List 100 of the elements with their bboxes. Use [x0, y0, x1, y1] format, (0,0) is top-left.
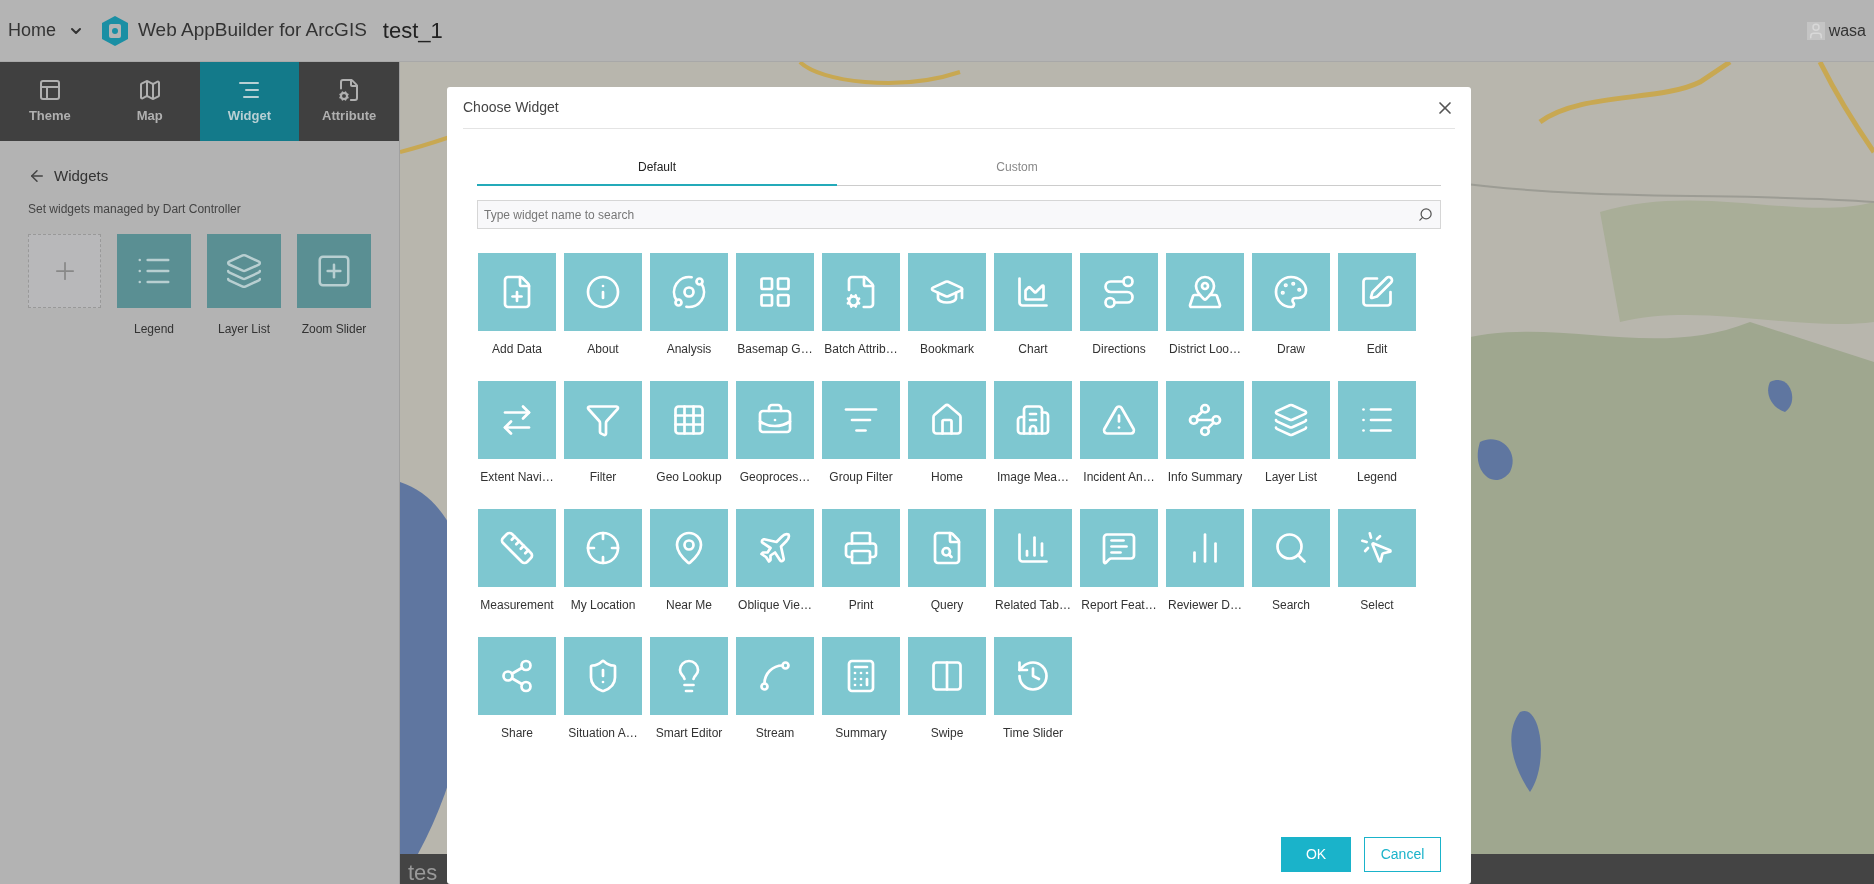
widget-tile[interactable] — [564, 637, 642, 715]
widget-label: About — [587, 341, 619, 357]
avatar-icon — [1806, 21, 1825, 40]
widget-tile[interactable] — [994, 509, 1072, 587]
bar-chart-icon — [1015, 530, 1051, 566]
waypoints-icon — [1187, 402, 1223, 438]
widget-tile[interactable] — [994, 637, 1072, 715]
widget-tile[interactable] — [478, 637, 556, 715]
widget-tile[interactable] — [1338, 381, 1416, 459]
building-icon — [1015, 402, 1051, 438]
pointer-icon — [1359, 530, 1395, 566]
widget-tile[interactable] — [1252, 381, 1330, 459]
widget-tile[interactable] — [1166, 253, 1244, 331]
search-icon[interactable] — [1418, 207, 1433, 222]
widget-tile[interactable] — [1166, 509, 1244, 587]
widget-tile[interactable] — [736, 509, 814, 587]
columns-icon — [929, 658, 965, 694]
widget-label: Stream — [755, 725, 795, 741]
widget-tile[interactable] — [736, 381, 814, 459]
widget-tile[interactable] — [650, 381, 728, 459]
widget-label: Reviewer D… — [1168, 597, 1242, 613]
widget-tile[interactable] — [564, 509, 642, 587]
widget-tile[interactable] — [1080, 253, 1158, 331]
widget-label: Basemap G… — [737, 341, 813, 357]
widget-tile[interactable] — [908, 253, 986, 331]
ok-button[interactable]: OK — [1281, 837, 1351, 872]
widget-tile[interactable] — [117, 233, 191, 308]
widget-label: Draw — [1277, 341, 1305, 357]
widget-label: Legend — [133, 320, 174, 338]
widget-tile[interactable] — [207, 233, 281, 308]
widget-label: Near Me — [666, 597, 712, 613]
widget-label: Edit — [1366, 341, 1388, 357]
map-pin-icon — [1187, 274, 1223, 310]
widget-tile[interactable] — [650, 253, 728, 331]
panel-title: Widgets — [54, 166, 109, 186]
home-menu[interactable]: Home — [8, 17, 84, 44]
widget-tile[interactable] — [908, 637, 986, 715]
logo-icon — [100, 14, 130, 47]
plane-icon — [757, 530, 793, 566]
widget-tile[interactable] — [1080, 381, 1158, 459]
sidebar-tab[interactable]: Widget — [199, 62, 300, 141]
area-chart-icon — [1015, 274, 1051, 310]
ruler-icon — [499, 530, 535, 566]
widget-tile[interactable] — [822, 253, 900, 331]
user-name[interactable]: wasa — [1828, 18, 1866, 43]
widget-tile[interactable] — [822, 381, 900, 459]
widget-tile[interactable] — [1166, 381, 1244, 459]
widget-tile[interactable] — [994, 253, 1072, 331]
widget-label: Query — [930, 597, 964, 613]
crosshair-icon — [585, 530, 621, 566]
widget-tile[interactable] — [650, 509, 728, 587]
dialog-title: Choose Widget — [463, 98, 559, 117]
grid-icon — [757, 274, 793, 310]
widget-tile[interactable] — [297, 233, 371, 308]
widget-tile[interactable] — [478, 253, 556, 331]
widget-tile[interactable] — [1338, 509, 1416, 587]
widget-tile[interactable] — [994, 381, 1072, 459]
cancel-button[interactable]: Cancel — [1364, 837, 1441, 872]
widget-tile[interactable] — [822, 637, 900, 715]
widget-tile[interactable] — [736, 253, 814, 331]
widget-label: Info Summary — [1167, 469, 1243, 485]
add-widget-button[interactable] — [28, 233, 101, 308]
widget-label: Time Slider — [1002, 725, 1064, 741]
widget-tile[interactable] — [564, 253, 642, 331]
widget-label: Related Tab… — [995, 597, 1071, 613]
widget-tile[interactable] — [908, 381, 986, 459]
dialog-tab[interactable]: Custom — [837, 149, 1197, 186]
widget-tile[interactable] — [1252, 509, 1330, 587]
widget-tile[interactable] — [822, 509, 900, 587]
widget-tile[interactable] — [1252, 253, 1330, 331]
window-icon — [37, 77, 62, 102]
share-icon — [499, 658, 535, 694]
widget-label: Analysis — [666, 341, 712, 357]
widget-label: Layer List — [218, 320, 270, 338]
widget-tile[interactable] — [650, 637, 728, 715]
widget-label: Select — [1360, 597, 1394, 613]
widget-label: Batch Attrib… — [824, 341, 898, 357]
widget-label: Directions — [1092, 341, 1146, 357]
widget-tile[interactable] — [1080, 509, 1158, 587]
widget-tile[interactable] — [478, 509, 556, 587]
home-icon — [929, 402, 965, 438]
widget-label: Geo Lookup — [656, 469, 722, 485]
message-icon — [1101, 530, 1137, 566]
grid-icon — [671, 402, 707, 438]
widget-label: Print — [848, 597, 874, 613]
widget-label: Filter — [589, 469, 617, 485]
route-icon — [1101, 274, 1137, 310]
dialog-tab[interactable]: Default — [477, 149, 837, 186]
widget-label: Measurement — [480, 597, 554, 613]
widget-tile[interactable] — [478, 381, 556, 459]
widget-tile[interactable] — [736, 637, 814, 715]
footer-text: tes — [408, 862, 438, 884]
widget-tile[interactable] — [564, 381, 642, 459]
widget-label: Summary — [835, 725, 887, 741]
search-field[interactable]: Type widget name to search — [477, 200, 1441, 229]
printer-icon — [843, 530, 879, 566]
widget-tile[interactable] — [908, 509, 986, 587]
widget-tile[interactable] — [1338, 253, 1416, 331]
widget-label: Extent Navi… — [480, 469, 554, 485]
widget-label: Home — [931, 469, 963, 485]
